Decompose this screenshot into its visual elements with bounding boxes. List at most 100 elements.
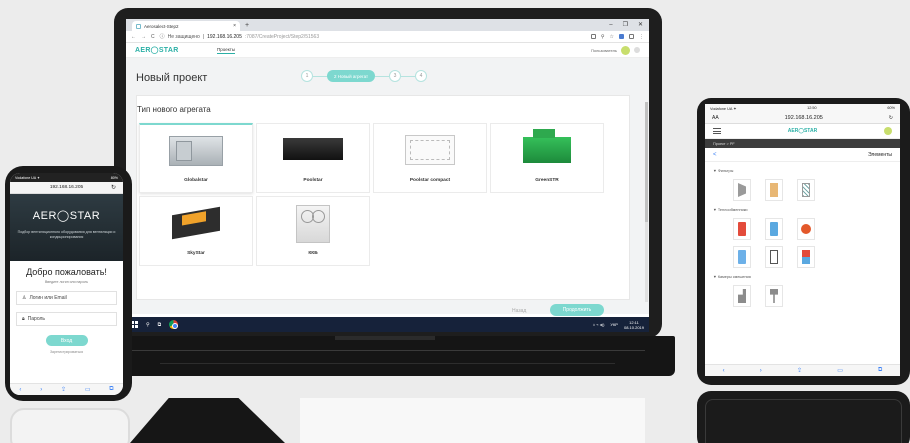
reload-icon[interactable]: C [151,34,155,40]
unit-tile-poolstar[interactable]: Poolstar [256,123,370,193]
kkb-image [296,205,330,243]
breadcrumb[interactable]: Проект > PF [705,139,900,148]
forward-icon[interactable]: › [760,368,762,374]
welcome-title: Добро пожаловать! [26,267,107,277]
heater-tile[interactable] [797,246,815,268]
unit-tile-kkb[interactable]: ККБ [256,196,370,266]
tablet-logo[interactable]: AER◯STAR [788,128,817,134]
group-heat-exchangers[interactable]: ▼ Теплообменники [713,208,900,212]
star-icon[interactable]: ☆ [610,34,614,40]
scrollbar[interactable] [645,102,648,302]
heater-tile[interactable] [765,246,783,268]
group-mixing-chambers[interactable]: ▼ Камеры смешения [713,275,900,279]
bag-filter-icon [770,183,778,197]
user-menu[interactable]: Пользователь [591,45,640,55]
filter-tile[interactable] [765,179,783,201]
bookmarks-icon[interactable]: ▭ [837,367,843,374]
step-4[interactable]: 4 [415,70,428,82]
mixing-chamber-icon [738,289,746,303]
maximize-button[interactable]: ❐ [623,19,628,31]
translate-icon[interactable] [590,34,596,39]
language-indicator[interactable]: УКР [610,322,618,327]
security-label: Не защищено [167,33,200,40]
back-button[interactable]: < [713,152,717,158]
login-button[interactable]: Вход [45,335,88,346]
minimize-button[interactable]: – [609,19,612,31]
reload-icon[interactable]: ↻ [889,115,893,121]
back-button[interactable]: Назад [512,308,526,314]
zoom-icon[interactable]: ⚲ [601,34,605,40]
avatar[interactable] [621,45,630,55]
password-field[interactable]: 🔒︎ Пароль [16,312,117,326]
heat-exchangers-row-2 [733,246,900,268]
greenstr-image [523,129,571,163]
filter-tile[interactable] [797,179,815,201]
login-field[interactable]: ♙ Логин или Email [16,291,117,305]
back-icon[interactable]: ‹ [723,368,725,374]
share-icon[interactable]: ⇪ [61,386,66,393]
avatar[interactable] [884,127,892,135]
heater-tile[interactable] [733,246,751,268]
register-link[interactable]: Зарегистрироваться [16,350,117,354]
electric-heater-icon [738,222,746,236]
app-navbar: AER◯STAR Проекты Пользователь [126,43,649,58]
clock-date: 08.10.2019 [623,324,644,330]
forward-icon[interactable]: › [40,387,42,393]
laptop-screen: Aerosalect-Step2 × + – ❐ ✕ ← → C ⓘ Не за… [126,19,649,332]
browser-tab[interactable]: Aerosalect-Step2 × [132,21,240,31]
password-placeholder: Пароль [27,316,46,322]
heater-tile[interactable] [733,218,751,240]
task-view-icon[interactable]: ⧉ [158,322,162,328]
url-field[interactable]: ⓘ Не защищено | 192.168.16.205:7087/Crea… [160,33,586,41]
mixing-tile[interactable] [733,285,751,307]
windows-taskbar: ⚲ ⧉ ⌂ ⌁ ◂)) УКР 12:11 08.10.2019 [126,317,649,332]
step-1[interactable]: 1 [301,70,313,82]
share-icon[interactable]: ⇪ [797,367,802,374]
logo[interactable]: AER◯STAR [135,46,217,54]
phone-url-bar[interactable]: 192.168.16.205 ↻ [10,182,123,194]
hamburger-icon[interactable] [713,128,721,134]
clock[interactable]: 12:11 08.10.2019 [624,320,644,330]
filter-tile[interactable] [733,179,751,201]
welcome-subtitle: Введите логин или пароль [44,280,89,284]
tabs-icon[interactable]: ⧉ [109,386,113,393]
search-icon[interactable]: ⚲ [146,322,150,328]
group-filters[interactable]: ▼ Фильтры [713,169,900,173]
window-controls: – ❐ ✕ [609,19,649,31]
close-window-button[interactable]: ✕ [638,19,643,31]
tablet-url-bar[interactable]: AA 192.168.16.205 ↻ [705,112,900,124]
new-tab-button[interactable]: + [245,21,249,31]
mixing-tile[interactable] [765,285,783,307]
menu-dots-icon[interactable]: ⋮ [639,34,644,40]
back-arrow-icon[interactable]: ← [131,34,136,40]
page-title: Новый проект [136,72,208,84]
extension-icon[interactable] [619,34,624,39]
step-3[interactable]: 3 [389,70,402,82]
heater-tile[interactable] [797,218,815,240]
close-tab-icon[interactable]: × [233,23,236,29]
battery: 60% [887,106,895,110]
notification-icon[interactable] [634,47,640,53]
unit-tile-globalstar[interactable]: Globalstar [139,123,253,193]
windows-start-icon[interactable] [131,321,138,328]
continue-button[interactable]: Продолжить [550,304,604,316]
back-icon[interactable]: ‹ [19,387,21,393]
laptop-hinge [335,336,435,340]
unit-tile-skystar[interactable]: SkyStar [139,196,253,266]
reload-icon[interactable]: ↻ [111,184,116,191]
unit-tile-poolstar-compact[interactable]: Poolstar compact [373,123,487,193]
unit-tile-greenstr[interactable]: GreenSTR [490,123,604,193]
tablet-screen: Vodafone UA ✦ 12:50 60% AA 192.168.16.20… [705,104,900,376]
extension2-icon[interactable] [629,34,634,39]
forward-arrow-icon[interactable]: → [141,34,146,40]
chrome-icon[interactable] [169,320,179,329]
text-size-button[interactable]: AA [712,115,719,121]
nav-projects[interactable]: Проекты [217,47,236,54]
tray-icons[interactable]: ⌂ ⌁ ◂)) [593,322,605,327]
step-2-active[interactable]: 2 Новый агрегат [327,70,376,82]
tabs-icon[interactable]: ⧉ [878,367,882,374]
heater-tile[interactable] [765,218,783,240]
plate-exchanger-icon [770,250,778,264]
phone-url: 192.168.16.205 [49,185,84,190]
bookmarks-icon[interactable]: ▭ [85,386,91,393]
